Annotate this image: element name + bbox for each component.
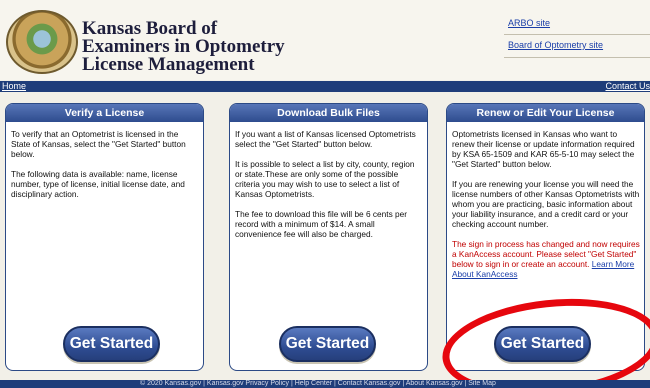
site-footer: © 2020 Kansas.gov | Kansas.gov Privacy P… [0,380,650,388]
nav-bar: Home Contact Us [0,81,650,92]
panel-paragraph: It is possible to select a list by city,… [235,159,415,199]
verify-get-started-button[interactable]: Get Started [63,326,160,362]
panel-title: Renew or Edit Your License [447,104,644,122]
kanaccess-notice: The sign in process has changed and now … [452,239,640,279]
header-divider [504,57,650,58]
panel-paragraph: The fee to download this file will be 6 … [235,209,408,239]
kansas-seal-logo [6,10,78,74]
site-header: Kansas Board of Examiners in Optometry L… [0,0,650,80]
arbo-site-link[interactable]: ARBO site [508,18,550,28]
panel-paragraph: To verify that an Optometrist is license… [11,129,186,159]
home-link[interactable]: Home [2,81,26,92]
panel-paragraph: Optometrists licensed in Kansas who want… [452,129,635,169]
panel-body: To verify that an Optometrist is license… [11,129,199,209]
board-of-optometry-site-link[interactable]: Board of Optometry site [508,40,603,50]
download-get-started-button[interactable]: Get Started [279,326,376,362]
site-title-line-3: License Management [82,54,255,75]
panel-title: Verify a License [6,104,203,122]
panel-paragraph: If you want a list of Kansas licensed Op… [235,129,416,149]
panel-paragraph: If you are renewing your license you wil… [452,179,640,229]
panel-title: Download Bulk Files [230,104,427,122]
panel-body: If you want a list of Kansas licensed Op… [235,129,423,249]
contact-us-link[interactable]: Contact Us [605,81,650,92]
header-divider [504,34,650,35]
panel-paragraph: The following data is available: name, l… [11,169,185,199]
panel-body: Optometrists licensed in Kansas who want… [452,129,640,289]
